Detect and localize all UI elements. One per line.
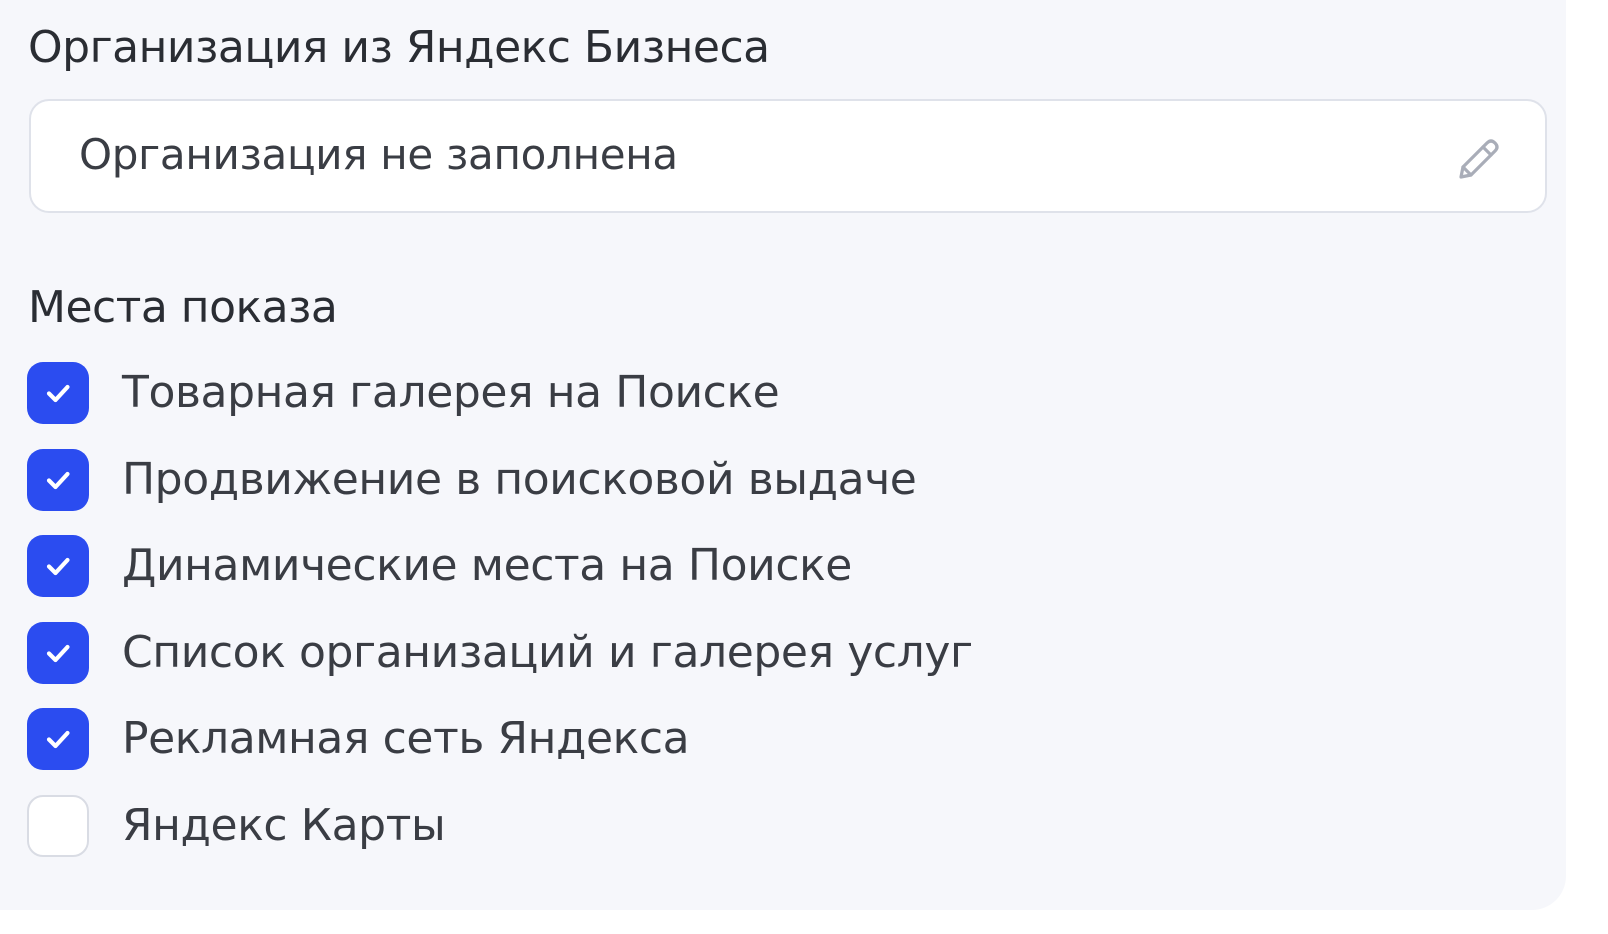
checkbox-checked[interactable] xyxy=(27,621,89,684)
placement-label: Яндекс Карты xyxy=(122,799,446,851)
checkmark-icon xyxy=(41,549,75,583)
placement-item[interactable]: Продвижение в поисковой выдаче xyxy=(27,437,973,524)
placement-label: Продвижение в поисковой выдаче xyxy=(122,453,917,505)
placement-label: Рекламная сеть Яндекса xyxy=(122,713,690,765)
checkbox-unchecked[interactable] xyxy=(27,794,89,857)
placements-list: Товарная галерея на Поиске Продвижение в … xyxy=(27,350,973,869)
settings-card: Организация из Яндекс Бизнеса Организаци… xyxy=(0,0,1566,910)
placement-item[interactable]: Яндекс Карты xyxy=(27,783,973,870)
pencil-icon[interactable] xyxy=(1453,133,1505,185)
placement-label: Список организаций и галерея услуг xyxy=(122,626,973,678)
checkbox-checked[interactable] xyxy=(27,535,89,598)
organization-section-title: Организация из Яндекс Бизнеса xyxy=(28,22,770,73)
placements-section-title: Места показа xyxy=(28,282,338,333)
checkmark-icon xyxy=(41,463,75,497)
organization-field-value: Организация не заполнена xyxy=(79,130,678,179)
placement-item[interactable]: Список организаций и галерея услуг xyxy=(27,610,973,697)
placement-item[interactable]: Товарная галерея на Поиске xyxy=(27,350,973,437)
placement-item[interactable]: Динамические места на Поиске xyxy=(27,523,973,610)
placement-label: Товарная галерея на Поиске xyxy=(122,367,780,419)
placement-item[interactable]: Рекламная сеть Яндекса xyxy=(27,696,973,783)
checkmark-icon xyxy=(41,722,75,756)
checkbox-checked[interactable] xyxy=(27,708,89,771)
checkmark-icon xyxy=(41,376,75,410)
checkbox-checked[interactable] xyxy=(27,448,89,511)
placement-label: Динамические места на Поиске xyxy=(122,540,852,592)
checkmark-icon xyxy=(41,636,75,670)
checkbox-checked[interactable] xyxy=(27,362,89,425)
organization-field[interactable]: Организация не заполнена xyxy=(29,99,1547,213)
